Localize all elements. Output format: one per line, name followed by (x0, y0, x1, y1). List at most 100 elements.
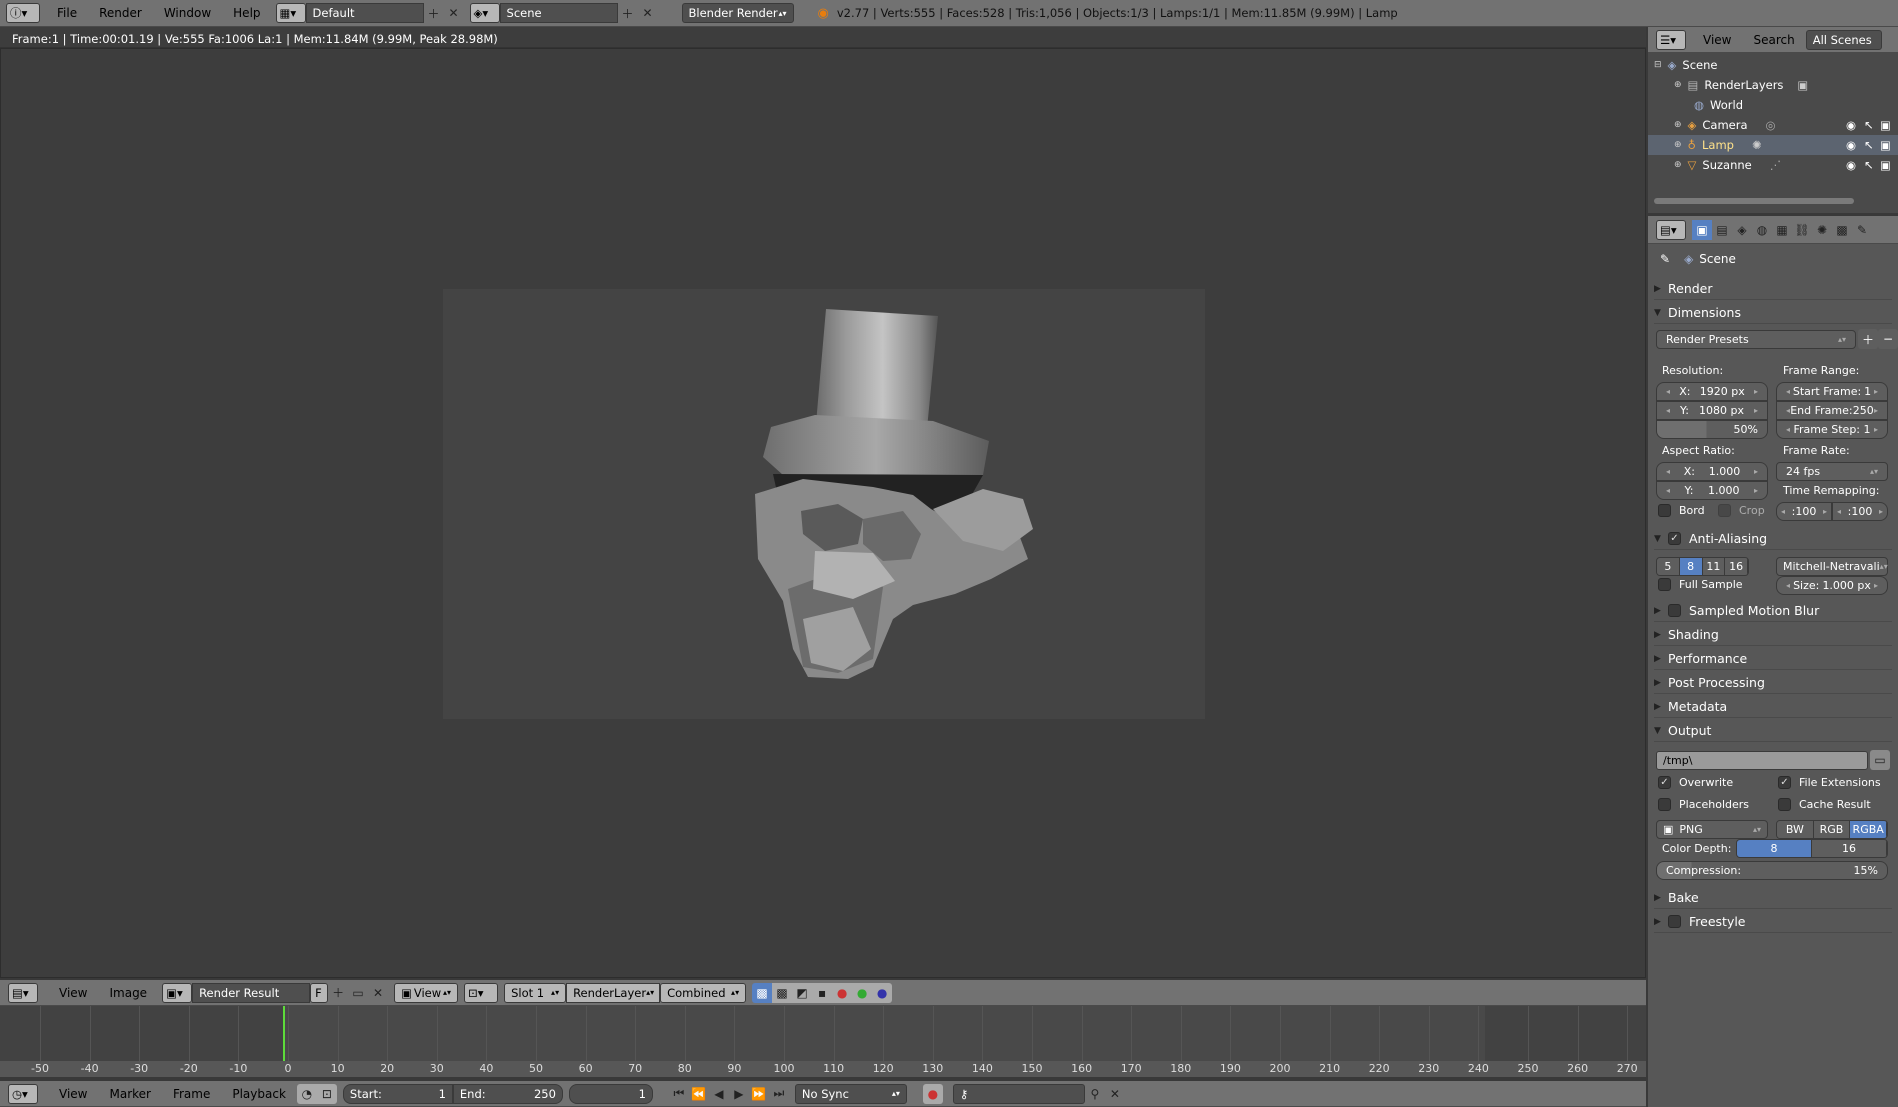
compression-slider[interactable]: Compression: 15% (1656, 861, 1888, 880)
open-image-icon[interactable]: ▭ (348, 983, 368, 1003)
menu-render[interactable]: Render (88, 6, 153, 20)
image-name-field[interactable]: Render Result (192, 982, 311, 1003)
image-editor-viewport[interactable] (0, 48, 1646, 978)
slot-select[interactable]: Slot 1 ▴▾ (504, 982, 567, 1003)
render-engine-select[interactable]: Blender Render ▴▾ (681, 3, 794, 23)
panel-output[interactable]: ▼ Output (1654, 720, 1892, 742)
visibility-eye-icon[interactable]: ◉ (1846, 138, 1856, 152)
layer-select[interactable]: RenderLayer ▴▾ (566, 982, 661, 1003)
insert-keyframe-icon[interactable]: ⚲ (1085, 1084, 1105, 1104)
aa-samples-16[interactable]: 16 (1725, 558, 1748, 575)
outliner-item-lamp[interactable]: ⊕ ♁ Lamp ✺ ◉ ↖ ▣ (1648, 135, 1898, 155)
render-layers-tab-icon[interactable]: ▤ (1712, 220, 1732, 240)
timeline-area[interactable] (0, 1006, 1678, 1061)
view-mode-select[interactable]: ▣ View ▴▾ (394, 982, 459, 1003)
world-tab-icon[interactable]: ◍ (1752, 220, 1772, 240)
editor-type-button[interactable]: ⓘ▾ (6, 3, 40, 23)
aa-samples-11[interactable]: 11 (1702, 558, 1726, 575)
aa-filter-select[interactable]: Mitchell-Netravali ▴▾ (1776, 557, 1888, 576)
outliner-item-scene[interactable]: ⊟ ◈ Scene (1648, 55, 1898, 75)
preview-range-icon[interactable]: ◔ (296, 1083, 317, 1104)
menu-frame[interactable]: Frame (162, 1087, 221, 1101)
aa-samples-8[interactable]: 8 (1679, 558, 1703, 575)
res-y-field[interactable]: ◂ Y: 1080 px ▸ (1656, 401, 1768, 420)
frame-rate-select[interactable]: 24 fps ▴▾ (1776, 462, 1888, 481)
panel-anti-aliasing[interactable]: ▼ ✓ Anti-Aliasing (1654, 528, 1892, 550)
outliner[interactable]: ⊟ ◈ Scene ⊕ ▤ RenderLayers ▣ ◍ World ⊕ ◈ Camera ◎… (1648, 53, 1898, 213)
texture-tab-icon[interactable]: ▩ (1832, 220, 1852, 240)
end-frame-field[interactable]: ◂ End Frame: 250 ▸ (1776, 401, 1888, 420)
remap-new-field[interactable]: ◂:100 ▸ (1832, 502, 1888, 521)
menu-search[interactable]: Search (1742, 33, 1805, 47)
frame-step-field[interactable]: ◂ Frame Step: 1 ▸ (1776, 420, 1888, 439)
lock-icon[interactable]: ⊡ (316, 1083, 337, 1104)
panel-metadata[interactable]: ▶ Metadata (1654, 696, 1892, 718)
visibility-eye-icon[interactable]: ◉ (1846, 118, 1856, 132)
render-tab-icon[interactable]: ▣ (1692, 219, 1712, 240)
res-x-field[interactable]: ◂ X: 1920 px ▸ (1656, 382, 1768, 401)
panel-motion-blur[interactable]: ▶ Sampled Motion Blur (1654, 600, 1892, 622)
editor-type-button[interactable]: ▤▾ (8, 982, 38, 1003)
scene-type-button[interactable]: ◈▾ (469, 3, 500, 23)
render-camera-icon[interactable]: ▣ (1880, 138, 1891, 152)
add-preset-icon[interactable]: ＋ (1858, 329, 1878, 349)
cache-result-checkbox[interactable]: Cache Result (1778, 798, 1871, 811)
outliner-item-suzanne[interactable]: ⊕ ▽ Suzanne ⋰ ◉ ↖ ▣ (1648, 155, 1898, 175)
add-scene-icon[interactable]: ＋ (618, 3, 638, 23)
aa-samples-5[interactable]: 5 (1657, 558, 1680, 575)
start-frame-field[interactable]: ◂ Start Frame: 1 ▸ (1776, 382, 1888, 401)
panel-freestyle[interactable]: ▶ Freestyle (1654, 911, 1892, 933)
start-frame-field[interactable]: Start: 1 (342, 1083, 453, 1104)
color-depth-16[interactable]: 16 (1812, 840, 1887, 857)
color-mode-rgba[interactable]: RGBA (1850, 821, 1887, 838)
visibility-eye-icon[interactable]: ◉ (1846, 158, 1856, 172)
panel-bake[interactable]: ▶ Bake (1654, 887, 1892, 909)
menu-view[interactable]: View (48, 1087, 98, 1101)
scene-field[interactable]: Scene (499, 3, 618, 23)
file-extensions-checkbox[interactable]: ✓ File Extensions (1778, 776, 1881, 789)
border-checkbox[interactable]: Bord (1658, 504, 1705, 517)
timeline-editor[interactable]: -50 -40 -30 -20 -10 0 10 20 30 40 50 60 70 80 90 100 110… (0, 1006, 1687, 1077)
sync-select[interactable]: No Sync ▴▾ (794, 1083, 907, 1104)
outliner-item-world[interactable]: ◍ World (1648, 95, 1898, 115)
draw-rgba-icon[interactable]: ▩ (752, 982, 773, 1003)
outliner-item-renderlayers[interactable]: ⊕ ▤ RenderLayers ▣ (1648, 75, 1898, 95)
color-depth-8[interactable]: 8 (1737, 840, 1812, 857)
menu-help[interactable]: Help (222, 6, 271, 20)
layout-field[interactable]: Default (305, 3, 424, 23)
close-scene-icon[interactable]: ✕ (638, 3, 658, 23)
red-channel-icon[interactable]: ● (832, 982, 853, 1003)
crop-checkbox[interactable]: Crop (1718, 504, 1765, 517)
record-icon[interactable]: ● (922, 1083, 943, 1104)
jump-start-icon[interactable]: ⏮ (669, 1084, 689, 1104)
menu-marker[interactable]: Marker (98, 1087, 161, 1101)
output-path-field[interactable]: /tmp\ (1656, 751, 1868, 770)
filter-size-field[interactable]: ◂ Size: 1.000 px ▸ (1776, 576, 1888, 595)
editor-type-button[interactable]: ◷▾ (8, 1083, 38, 1104)
outliner-item-camera[interactable]: ⊕ ◈ Camera ◎ ◉ ↖ ▣ (1648, 115, 1898, 135)
select-arrow-icon[interactable]: ↖ (1864, 118, 1874, 132)
add-layout-icon[interactable]: ＋ (424, 3, 444, 23)
full-sample-checkbox[interactable]: Full Sample (1658, 578, 1743, 591)
panel-dimensions[interactable]: ▼ Dimensions (1654, 302, 1892, 324)
draw-sequencer-icon[interactable]: ▪ (812, 982, 833, 1003)
menu-image[interactable]: Image (98, 986, 158, 1000)
placeholders-checkbox[interactable]: Placeholders (1658, 798, 1749, 811)
panel-performance[interactable]: ▶ Performance (1654, 648, 1892, 670)
display-filter-select[interactable]: All Scenes (1805, 29, 1882, 50)
current-frame-field[interactable]: 1 (568, 1083, 653, 1104)
panel-render[interactable]: ▶ Render (1654, 278, 1892, 300)
green-channel-icon[interactable]: ● (852, 982, 873, 1003)
scene-tab-icon[interactable]: ◈ (1732, 220, 1752, 240)
jump-prev-key-icon[interactable]: ⏪ (689, 1084, 709, 1104)
new-image-icon[interactable]: ＋ (328, 983, 348, 1003)
close-image-icon[interactable]: ✕ (368, 983, 388, 1003)
editor-type-button[interactable]: ☰▾ (1656, 29, 1686, 50)
jump-end-icon[interactable]: ⏭ (769, 1084, 789, 1104)
data-tab-icon[interactable]: ✺ (1812, 220, 1832, 240)
draw-alpha-icon[interactable]: ▩ (772, 982, 793, 1003)
blue-channel-icon[interactable]: ● (872, 982, 893, 1003)
image-browse-button[interactable]: ▣▾ (162, 982, 193, 1003)
menu-window[interactable]: Window (153, 6, 222, 20)
properties-editor[interactable]: ✎ ◈ Scene ▶ Render ▼ Dimensions Render Prese… (1648, 244, 1898, 1107)
